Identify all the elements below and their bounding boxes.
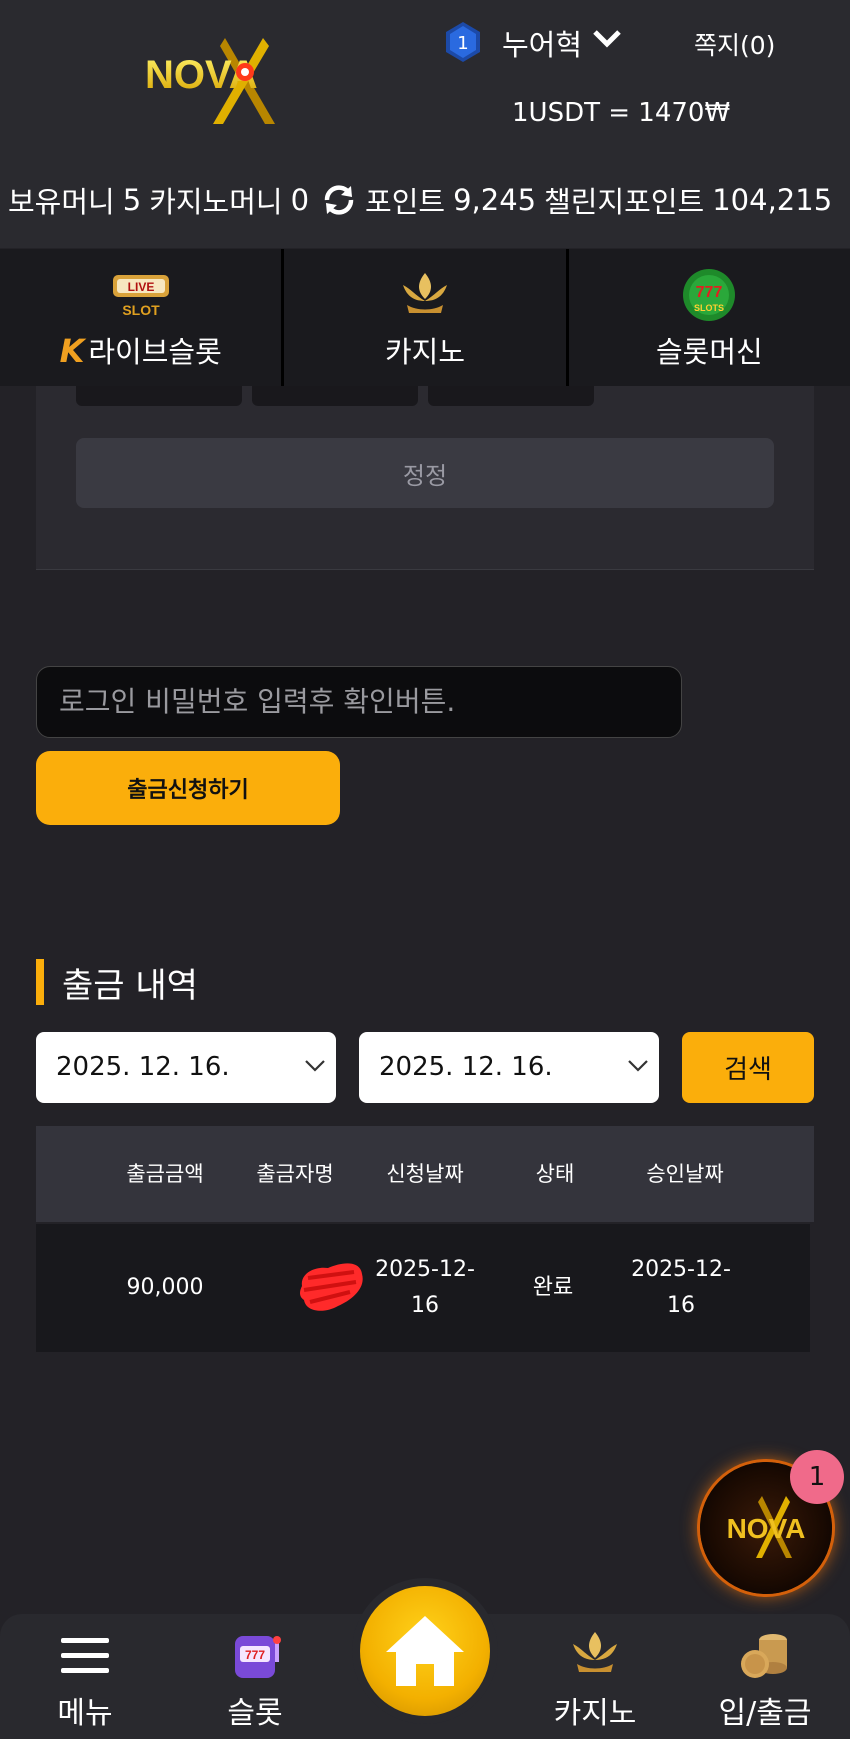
withdraw-form-panel: 정정	[36, 386, 814, 570]
nav-menu-label: 메뉴	[57, 1696, 113, 1731]
nav-casino-label: 카지노	[553, 1696, 637, 1731]
svg-text:NOVA: NOVA	[727, 1513, 806, 1544]
home-icon	[386, 1616, 464, 1686]
777-slots-icon: 777 SLOTS	[683, 269, 736, 321]
nav-menu[interactable]: 메뉴	[20, 1614, 150, 1739]
live-slot-icon: LIVE SLOT	[112, 275, 169, 318]
coins-icon	[741, 1634, 787, 1678]
col-approve-date: 승인날짜	[646, 1162, 724, 1186]
top-header: NOVA 1 누어혁 쪽지(0) 1USDT = 1470₩ 보유머니 5 카지…	[0, 0, 850, 248]
nav-deposit-withdraw[interactable]: 입/출금	[700, 1614, 830, 1739]
row-status: 완료	[532, 1275, 574, 1300]
svg-text:SLOT: SLOT	[122, 302, 160, 318]
tab-slot-machine-label: 슬롯머신	[655, 335, 763, 369]
tab-live-slot[interactable]: LIVE SLOT K 라이브슬롯	[0, 249, 285, 386]
chevron-down-icon	[305, 1060, 325, 1072]
user-name[interactable]: 누어혁	[502, 22, 582, 64]
exchange-rate: 1USDT = 1470₩	[512, 98, 731, 128]
category-tabs: LIVE SLOT K 라이브슬롯 카지노 777 SLOTS 슬롯머신	[0, 249, 850, 386]
refresh-icon[interactable]	[321, 182, 357, 218]
k-logo-icon: K	[59, 332, 85, 370]
svg-text:SLOTS: SLOTS	[694, 303, 724, 313]
nova-logo[interactable]: NOVA	[145, 36, 320, 126]
chevron-down-icon	[628, 1060, 648, 1072]
point-value: 9,245	[453, 183, 537, 217]
svg-text:777: 777	[696, 284, 723, 301]
casino-money-value: 0	[290, 183, 310, 217]
row-request-date: 2025-12- 16	[375, 1257, 475, 1318]
amount-chip[interactable]	[252, 386, 418, 406]
title-accent-bar	[36, 959, 44, 1005]
balance-bar: 보유머니 5 카지노머니 0 포인트 9,245 챌린지포인트 104,215	[0, 178, 850, 222]
password-input[interactable]: 로그인 비밀번호 입력후 확인버튼.	[36, 666, 682, 738]
tab-casino-label: 카지노	[384, 335, 466, 369]
kslot-icon	[402, 273, 447, 313]
redacted-name-mark	[300, 1263, 363, 1311]
nav-slot[interactable]: 777 슬롯	[190, 1614, 320, 1739]
col-name: 출금자명	[256, 1162, 334, 1186]
home-button[interactable]	[360, 1586, 490, 1716]
money-value: 5	[122, 183, 142, 217]
row-amount: 90,000	[126, 1275, 204, 1300]
level-badge-icon: 1	[446, 22, 480, 62]
chevron-down-icon[interactable]	[592, 28, 622, 50]
date-to-select[interactable]: 2025. 12. 16.	[359, 1032, 659, 1103]
correct-button[interactable]: 정정	[76, 438, 774, 508]
date-to-value: 2025. 12. 16.	[379, 1052, 553, 1082]
messages-link[interactable]: 쪽지(0)	[694, 26, 775, 62]
col-status: 상태	[535, 1162, 575, 1186]
svg-text:777: 777	[245, 1648, 265, 1662]
slot-machine-icon: 777	[235, 1636, 281, 1678]
kslot-icon	[573, 1632, 617, 1672]
withdraw-request-button[interactable]: 출금신청하기	[36, 751, 340, 825]
date-from-select[interactable]: 2025. 12. 16.	[36, 1032, 336, 1103]
search-button[interactable]: 검색	[682, 1032, 814, 1103]
point-label: 포인트	[365, 185, 446, 219]
row-approve-date: 2025-12- 16	[631, 1257, 731, 1318]
col-amount: 출금금액	[126, 1162, 204, 1186]
challenge-point-value: 104,215	[712, 183, 833, 217]
amount-chip[interactable]	[428, 386, 594, 406]
tab-slot-machine[interactable]: 777 SLOTS 슬롯머신	[569, 249, 850, 386]
date-from-value: 2025. 12. 16.	[56, 1052, 230, 1082]
svg-text:1: 1	[457, 33, 468, 54]
money-label: 보유머니	[8, 185, 115, 219]
challenge-point-label: 챌린지포인트	[544, 185, 705, 219]
table-header: 출금금액 출금자명 신청날짜 상태 승인날짜	[36, 1126, 814, 1222]
svg-text:LIVE: LIVE	[127, 280, 154, 294]
nav-slot-label: 슬롯	[227, 1696, 283, 1731]
nav-deposit-label: 입/출금	[718, 1696, 812, 1731]
section-title-text: 출금 내역	[62, 965, 198, 1006]
casino-money-label: 카지노머니	[149, 185, 283, 219]
col-request-date: 신청날짜	[386, 1162, 464, 1186]
tab-casino[interactable]: 카지노	[284, 249, 569, 386]
notification-badge: 1	[790, 1450, 844, 1504]
table-row: 90,000 2025-12- 16 완료 2025-12- 16	[36, 1224, 810, 1352]
hamburger-menu-icon	[61, 1638, 109, 1673]
nav-casino[interactable]: 카지노	[530, 1614, 660, 1739]
amount-chip[interactable]	[76, 386, 242, 406]
tab-live-slot-label: 라이브슬롯	[88, 335, 222, 369]
withdraw-history-title: 출금 내역	[36, 958, 198, 1006]
